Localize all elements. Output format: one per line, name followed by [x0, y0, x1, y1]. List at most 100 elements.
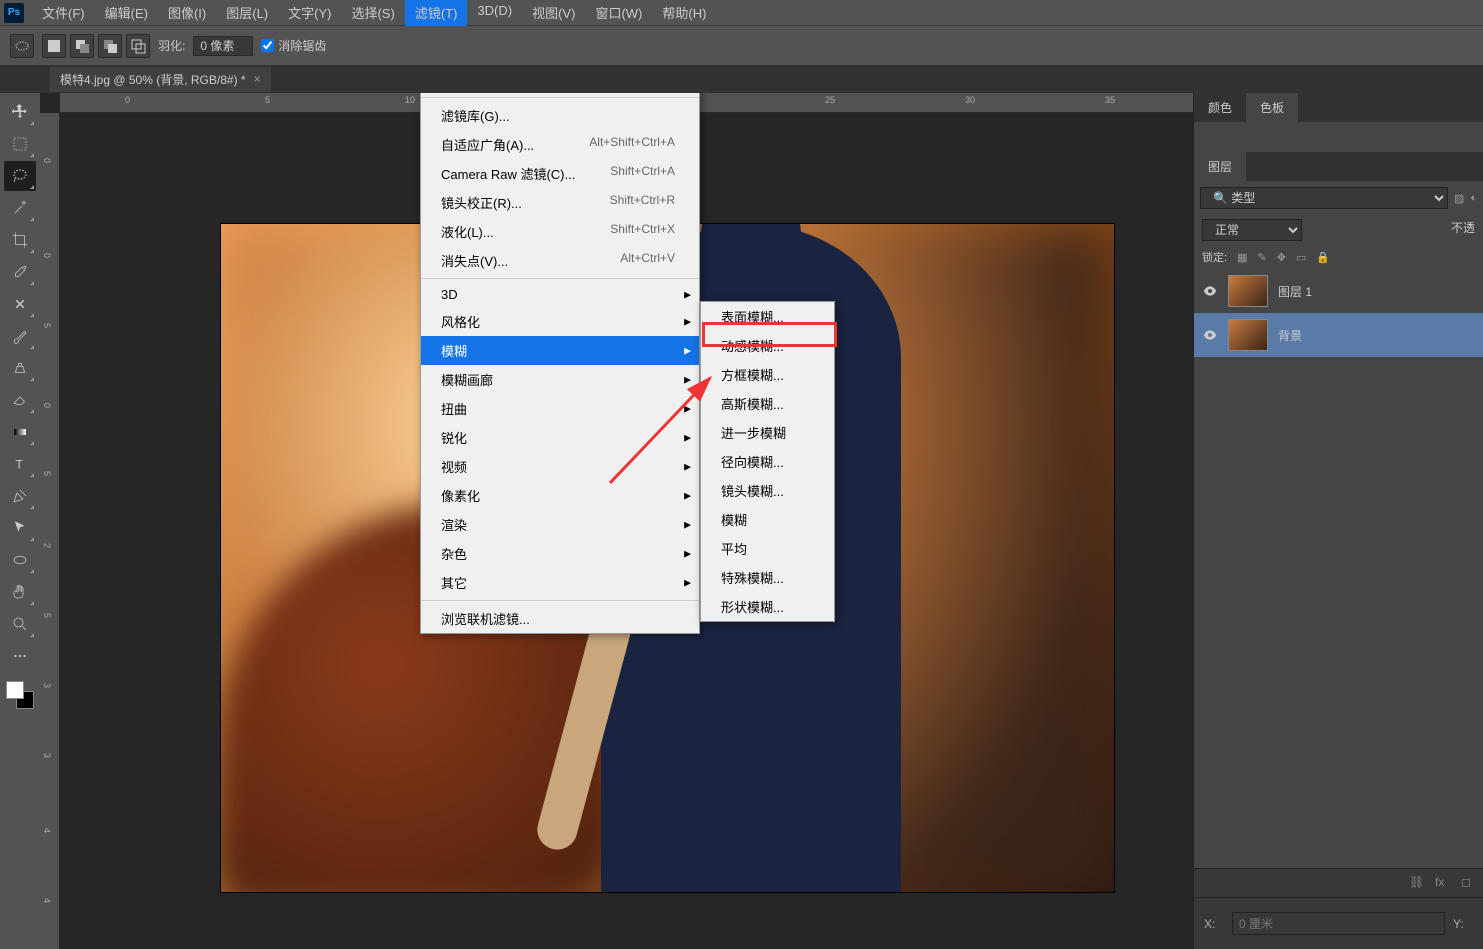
submenu-平均[interactable]: 平均: [701, 534, 834, 563]
clone-stamp-tool[interactable]: [4, 353, 36, 383]
active-tool-icon[interactable]: [10, 34, 34, 58]
tab-color[interactable]: 颜色: [1194, 93, 1246, 122]
menu-视频[interactable]: 视频: [421, 452, 699, 481]
feather-input[interactable]: [193, 36, 253, 56]
menu-lens-correct[interactable]: 镜头校正(R)...Shift+Ctrl+R: [421, 188, 699, 217]
submenu-模糊[interactable]: 模糊: [701, 505, 834, 534]
antialias-checkbox[interactable]: 消除锯齿: [261, 37, 326, 54]
submenu-表面模糊...[interactable]: 表面模糊...: [701, 302, 834, 331]
tab-layers[interactable]: 图层: [1194, 152, 1246, 181]
marquee-tool[interactable]: [4, 129, 36, 159]
layer-mask-icon[interactable]: ◻: [1461, 875, 1477, 891]
blend-mode-select[interactable]: 正常: [1202, 219, 1302, 241]
crop-tool[interactable]: [4, 225, 36, 255]
menu-扭曲[interactable]: 扭曲: [421, 394, 699, 423]
submenu-方框模糊...[interactable]: 方框模糊...: [701, 360, 834, 389]
eyedropper-tool[interactable]: [4, 257, 36, 287]
menu-3D[interactable]: 3D: [421, 282, 699, 307]
foreground-color-swatch[interactable]: [6, 681, 24, 699]
feather-label: 羽化:: [158, 37, 185, 54]
menu-选择(S)[interactable]: 选择(S): [341, 0, 404, 26]
submenu-特殊模糊...[interactable]: 特殊模糊...: [701, 563, 834, 592]
menu-编辑(E)[interactable]: 编辑(E): [95, 0, 158, 26]
filter-adjust-icon[interactable]: ◐: [1470, 192, 1477, 204]
antialias-check[interactable]: [261, 39, 274, 52]
menu-browse-online[interactable]: 浏览联机滤镜...: [421, 604, 699, 633]
submenu-高斯模糊...[interactable]: 高斯模糊...: [701, 389, 834, 418]
sel-intersect-icon[interactable]: [126, 34, 150, 58]
lock-paint-icon[interactable]: ✎: [1257, 251, 1266, 264]
menu-图层(L)[interactable]: 图层(L): [216, 0, 278, 26]
submenu-形状模糊...[interactable]: 形状模糊...: [701, 592, 834, 621]
layer-thumbnail[interactable]: [1228, 275, 1268, 307]
menu-vanishing[interactable]: 消失点(V)...Alt+Ctrl+V: [421, 246, 699, 275]
menu-渲染[interactable]: 渲染: [421, 510, 699, 539]
menu-camera-raw[interactable]: Camera Raw 滤镜(C)...Shift+Ctrl+A: [421, 159, 699, 188]
menu-锐化[interactable]: 锐化: [421, 423, 699, 452]
filter-image-icon[interactable]: ▨: [1454, 192, 1464, 205]
tab-swatches[interactable]: 色板: [1246, 93, 1298, 122]
layer-thumbnail[interactable]: [1228, 319, 1268, 351]
pen-tool[interactable]: [4, 481, 36, 511]
layer-kind-select[interactable]: 🔍 类型: [1200, 187, 1448, 209]
menu-liquify[interactable]: 液化(L)...Shift+Ctrl+X: [421, 217, 699, 246]
menu-3D(D)[interactable]: 3D(D): [467, 0, 522, 26]
link-layers-icon[interactable]: ⛓: [1409, 875, 1425, 891]
sel-sub-icon[interactable]: [98, 34, 122, 58]
gradient-tool[interactable]: [4, 417, 36, 447]
hand-tool[interactable]: [4, 577, 36, 607]
x-label: X:: [1204, 917, 1224, 931]
shape-tool[interactable]: [4, 545, 36, 575]
menu-其它[interactable]: 其它: [421, 568, 699, 597]
lock-artboard-icon[interactable]: ▭: [1296, 251, 1306, 264]
submenu-进一步模糊[interactable]: 进一步模糊: [701, 418, 834, 447]
menu-文字(Y)[interactable]: 文字(Y): [278, 0, 341, 26]
visibility-icon[interactable]: [1202, 283, 1218, 299]
lock-all-icon[interactable]: 🔒: [1316, 251, 1330, 264]
move-tool[interactable]: [4, 97, 36, 127]
lock-position-icon[interactable]: ✥: [1277, 251, 1286, 264]
canvas-area[interactable]: 05101520253035175 00505253344 上次滤镜操作(F)A…: [40, 93, 1193, 949]
sel-add-icon[interactable]: [70, 34, 94, 58]
menu-图像(I)[interactable]: 图像(I): [158, 0, 216, 26]
menu-视图(V)[interactable]: 视图(V): [522, 0, 585, 26]
path-select-tool[interactable]: [4, 513, 36, 543]
blur-submenu: 表面模糊...动感模糊...方框模糊...高斯模糊...进一步模糊径向模糊...…: [700, 301, 835, 622]
opacity-label: 不透: [1451, 219, 1475, 241]
menu-像素化[interactable]: 像素化: [421, 481, 699, 510]
menu-filter-gallery[interactable]: 滤镜库(G)...: [421, 101, 699, 130]
menu-模糊画廊[interactable]: 模糊画廊: [421, 365, 699, 394]
menu-风格化[interactable]: 风格化: [421, 307, 699, 336]
color-panel-tabs: 颜色 色板: [1194, 93, 1483, 122]
color-swatches[interactable]: [6, 681, 34, 709]
menu-adaptive-wide[interactable]: 自适应广角(A)...Alt+Shift+Ctrl+A: [421, 130, 699, 159]
brush-tool[interactable]: [4, 321, 36, 351]
magic-wand-tool[interactable]: [4, 193, 36, 223]
menu-帮助(H)[interactable]: 帮助(H): [652, 0, 716, 26]
document-tab[interactable]: 模特4.jpg @ 50% (背景, RGB/8#) * ×: [50, 67, 271, 92]
visibility-icon[interactable]: [1202, 327, 1218, 343]
submenu-径向模糊...[interactable]: 径向模糊...: [701, 447, 834, 476]
submenu-镜头模糊...[interactable]: 镜头模糊...: [701, 476, 834, 505]
submenu-动感模糊...[interactable]: 动感模糊...: [701, 331, 834, 360]
y-label: Y:: [1453, 917, 1473, 931]
type-tool[interactable]: T: [4, 449, 36, 479]
menu-模糊[interactable]: 模糊: [421, 336, 699, 365]
menu-滤镜(T)[interactable]: 滤镜(T): [405, 0, 468, 26]
menu-smart-filter[interactable]: 转换为智能滤镜(S): [421, 93, 699, 94]
lasso-tool[interactable]: [4, 161, 36, 191]
close-icon[interactable]: ×: [254, 72, 261, 86]
zoom-tool[interactable]: [4, 609, 36, 639]
x-value[interactable]: 0 厘米: [1232, 912, 1445, 935]
menu-文件(F)[interactable]: 文件(F): [32, 0, 95, 26]
sel-new-icon[interactable]: [42, 34, 66, 58]
menu-杂色[interactable]: 杂色: [421, 539, 699, 568]
layer-fx-icon[interactable]: fx: [1435, 875, 1451, 891]
lock-pixels-icon[interactable]: ▦: [1237, 251, 1247, 264]
layer-背景[interactable]: 背景: [1194, 313, 1483, 357]
healing-tool[interactable]: [4, 289, 36, 319]
edit-toolbar[interactable]: [4, 641, 36, 671]
layer-图层 1[interactable]: 图层 1: [1194, 269, 1483, 313]
menu-窗口(W)[interactable]: 窗口(W): [585, 0, 652, 26]
eraser-tool[interactable]: [4, 385, 36, 415]
